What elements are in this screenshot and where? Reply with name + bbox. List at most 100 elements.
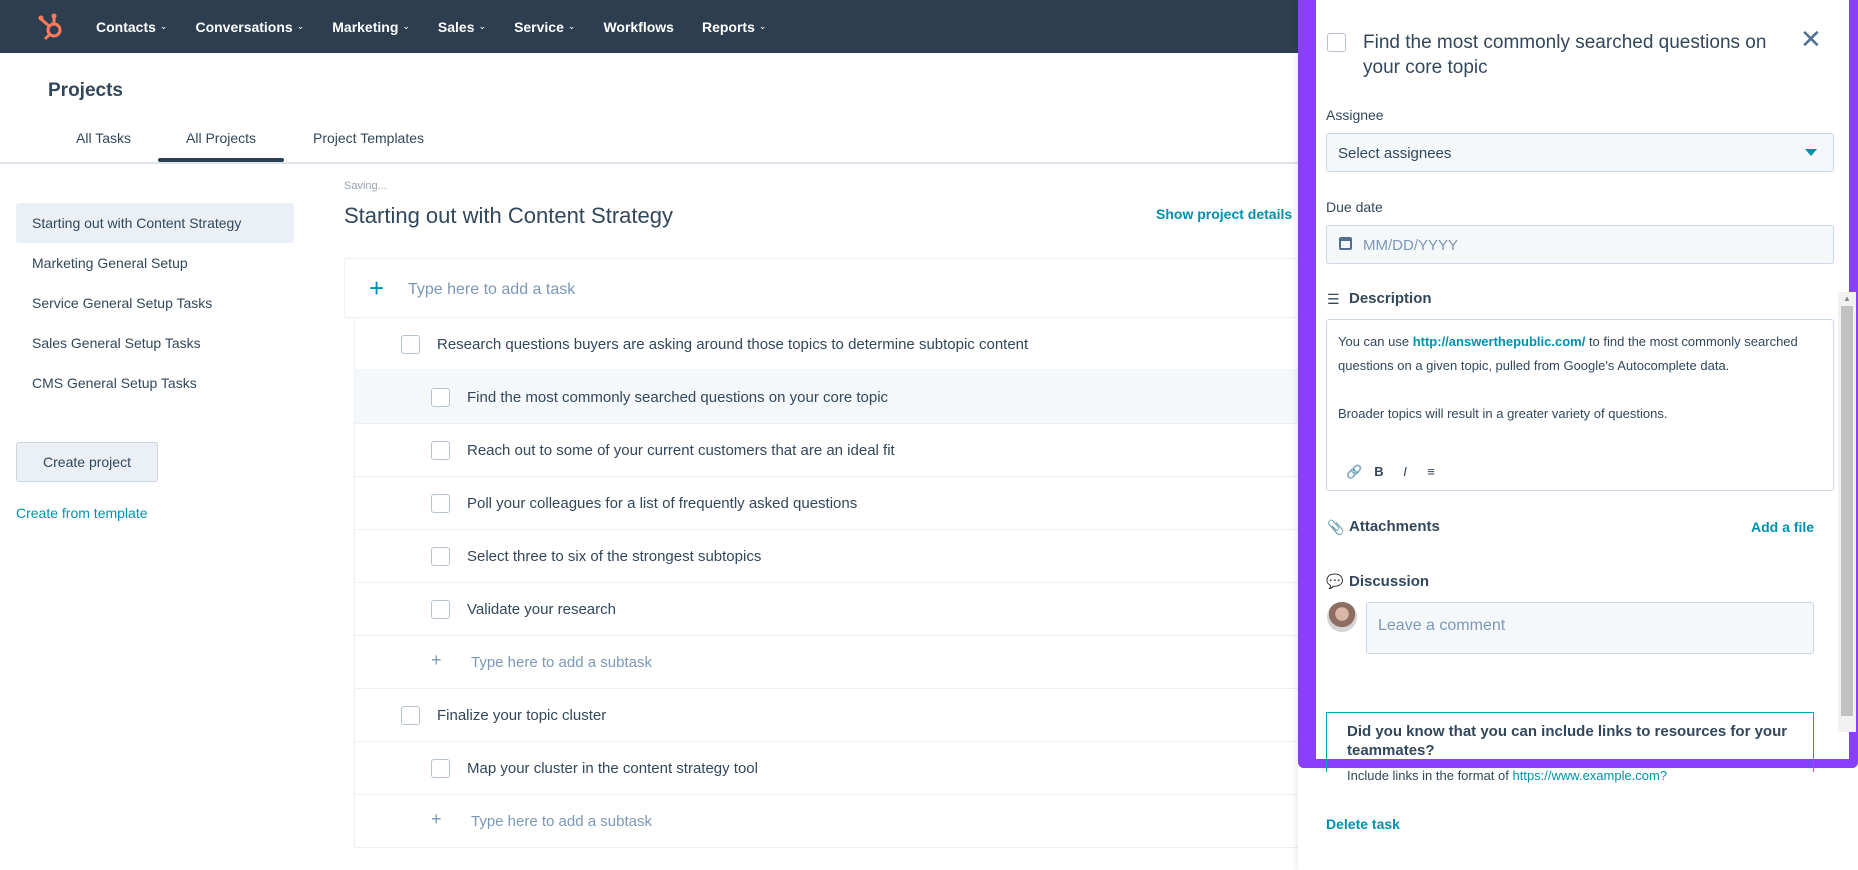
description-paragraph-2: Broader topics will result in a greater … bbox=[1338, 406, 1668, 421]
task-checkbox[interactable] bbox=[431, 388, 450, 407]
saving-status: Saving... bbox=[344, 180, 387, 192]
nav-item-conversations[interactable]: Conversations ⌄ bbox=[195, 19, 304, 35]
nav-item-contacts[interactable]: Contacts ⌄ bbox=[96, 19, 167, 35]
plus-icon: + bbox=[369, 273, 385, 303]
task-checkbox[interactable] bbox=[431, 759, 450, 778]
task-list: Research questions buyers are asking aro… bbox=[354, 318, 1304, 848]
due-date-placeholder: MM/DD/YYYY bbox=[1363, 237, 1459, 254]
plus-icon: + bbox=[431, 809, 442, 829]
avatar bbox=[1327, 602, 1357, 632]
nav-item-label: Reports bbox=[701, 18, 755, 35]
create-from-template-link[interactable]: Create from template bbox=[16, 505, 148, 521]
nav-item-label: Service bbox=[514, 18, 564, 35]
attachments-label: Attachments bbox=[1349, 518, 1440, 535]
nav-item-service[interactable]: Service ⌄ bbox=[514, 19, 575, 35]
subtask-row[interactable]: Validate your research bbox=[355, 583, 1304, 636]
task-row[interactable]: Finalize your topic cluster bbox=[355, 689, 1304, 742]
tip-box: Did you know that you can include links … bbox=[1326, 712, 1814, 772]
nav-item-label: Sales bbox=[437, 18, 475, 35]
task-label[interactable]: Poll your colleagues for a list of frequ… bbox=[467, 495, 857, 512]
plus-icon: + bbox=[431, 650, 442, 670]
chevron-down-icon: ⌄ bbox=[296, 21, 305, 31]
task-label[interactable]: Select three to six of the strongest sub… bbox=[467, 548, 761, 565]
task-label[interactable]: Validate your research bbox=[467, 601, 616, 618]
sidebar-item-service-setup[interactable]: Service General Setup Tasks bbox=[16, 283, 294, 323]
italic-icon[interactable]: I bbox=[1398, 464, 1412, 480]
scroll-up-icon[interactable]: ▲ bbox=[1843, 294, 1851, 303]
chevron-down-icon: ⌄ bbox=[402, 21, 410, 31]
task-checkbox[interactable] bbox=[431, 441, 450, 460]
answerthepublic-link[interactable]: http://answerthepublic.com/ bbox=[1413, 334, 1586, 349]
due-date-input[interactable]: MM/DD/YYYY bbox=[1326, 225, 1834, 264]
assignee-select[interactable]: Select assignees bbox=[1326, 133, 1834, 172]
tab-all-projects[interactable]: All Projects bbox=[186, 130, 256, 146]
nav-item-marketing[interactable]: Marketing ⌄ bbox=[332, 19, 410, 35]
sidebar-item-cms-setup[interactable]: CMS General Setup Tasks bbox=[16, 363, 294, 403]
sidebar-item-marketing-setup[interactable]: Marketing General Setup bbox=[16, 243, 294, 283]
add-subtask-placeholder: Type here to add a subtask bbox=[471, 654, 652, 671]
panel-scrollbar[interactable]: ▲ bbox=[1838, 292, 1856, 732]
add-subtask-input[interactable]: + Type here to add a subtask bbox=[355, 636, 1304, 689]
task-label[interactable]: Finalize your topic cluster bbox=[437, 707, 606, 724]
add-file-link[interactable]: Add a file bbox=[1751, 519, 1814, 535]
tab-all-tasks[interactable]: All Tasks bbox=[76, 130, 131, 146]
add-subtask-placeholder: Type here to add a subtask bbox=[471, 813, 652, 830]
task-label[interactable]: Reach out to some of your current custom… bbox=[467, 442, 895, 459]
task-checkbox[interactable] bbox=[401, 706, 420, 725]
show-project-details-link[interactable]: Show project details bbox=[1156, 206, 1292, 222]
chevron-down-icon: ⌄ bbox=[567, 21, 576, 31]
subtask-row[interactable]: Find the most commonly searched question… bbox=[355, 371, 1304, 424]
create-project-button[interactable]: Create project bbox=[16, 442, 158, 482]
nav-item-reports[interactable]: Reports ⌄ bbox=[702, 19, 766, 35]
scrollbar-thumb[interactable] bbox=[1841, 306, 1853, 716]
subtask-row[interactable]: Map your cluster in the content strategy… bbox=[355, 742, 1304, 795]
discussion-label: Discussion bbox=[1349, 573, 1430, 590]
assignee-label: Assignee bbox=[1326, 107, 1384, 123]
list-icon[interactable]: ≡ bbox=[1424, 464, 1438, 480]
tip-text: Include links in the format of https://w… bbox=[1347, 768, 1668, 783]
task-checkbox[interactable] bbox=[431, 547, 450, 566]
paperclip-icon: 📎 bbox=[1327, 519, 1345, 535]
comment-input[interactable]: Leave a comment bbox=[1366, 602, 1814, 654]
tip-heading: Did you know that you can include links … bbox=[1347, 723, 1788, 759]
link-icon[interactable]: 🔗 bbox=[1346, 464, 1362, 480]
description-icon: ☰ bbox=[1327, 291, 1340, 307]
hubspot-logo-icon[interactable] bbox=[36, 12, 66, 42]
task-complete-checkbox[interactable] bbox=[1327, 33, 1346, 52]
nav-item-sales[interactable]: Sales ⌄ bbox=[438, 19, 486, 35]
delete-task-link[interactable]: Delete task bbox=[1326, 816, 1400, 832]
task-label[interactable]: Find the most commonly searched question… bbox=[467, 389, 888, 406]
chevron-down-icon: ⌄ bbox=[159, 21, 168, 31]
editor-toolbar: 🔗 B I ≡ bbox=[1346, 464, 1438, 480]
nav-item-label: Workflows bbox=[603, 18, 674, 35]
bold-icon[interactable]: B bbox=[1372, 464, 1386, 480]
subtask-row[interactable]: Select three to six of the strongest sub… bbox=[355, 530, 1304, 583]
task-label[interactable]: Map your cluster in the content strategy… bbox=[467, 760, 758, 777]
active-tab-indicator bbox=[158, 158, 284, 162]
nav-item-label: Contacts bbox=[96, 18, 156, 35]
caret-down-icon bbox=[1805, 149, 1817, 156]
project-tabs: All Tasks All Projects Project Templates bbox=[0, 116, 1300, 164]
task-label[interactable]: Research questions buyers are asking aro… bbox=[437, 336, 1028, 353]
subtask-row[interactable]: Poll your colleagues for a list of frequ… bbox=[355, 477, 1304, 530]
sidebar-item-content-strategy[interactable]: Starting out with Content Strategy bbox=[16, 203, 294, 243]
sidebar-item-sales-setup[interactable]: Sales General Setup Tasks bbox=[16, 323, 294, 363]
comment-placeholder: Leave a comment bbox=[1378, 617, 1506, 634]
nav-item-workflows[interactable]: Workflows bbox=[603, 19, 674, 35]
task-title[interactable]: Find the most commonly searched question… bbox=[1363, 30, 1783, 80]
close-icon[interactable]: ✕ bbox=[1800, 24, 1822, 55]
example-link[interactable]: https://www.example.com? bbox=[1512, 768, 1667, 783]
project-title: Starting out with Content Strategy bbox=[344, 203, 673, 228]
assignee-value: Select assignees bbox=[1338, 145, 1452, 162]
add-task-input[interactable]: + Type here to add a task bbox=[344, 258, 1304, 318]
tab-project-templates[interactable]: Project Templates bbox=[313, 130, 424, 146]
add-task-placeholder: Type here to add a task bbox=[408, 281, 576, 298]
task-checkbox[interactable] bbox=[431, 600, 450, 619]
page-title: Projects bbox=[48, 80, 123, 101]
subtask-row[interactable]: Reach out to some of your current custom… bbox=[355, 424, 1304, 477]
task-checkbox[interactable] bbox=[401, 335, 420, 354]
add-subtask-input[interactable]: + Type here to add a subtask bbox=[355, 795, 1304, 848]
project-sidebar: Starting out with Content Strategy Marke… bbox=[16, 203, 294, 403]
task-row[interactable]: Research questions buyers are asking aro… bbox=[355, 318, 1304, 371]
task-checkbox[interactable] bbox=[431, 494, 450, 513]
